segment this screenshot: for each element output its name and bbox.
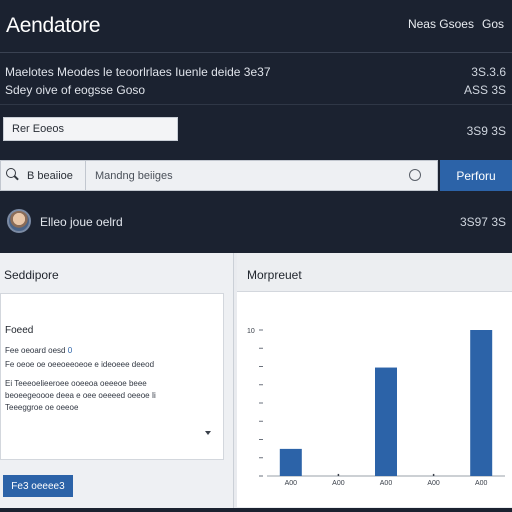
chart-bar[interactable] xyxy=(470,330,493,476)
search-divider xyxy=(85,161,86,190)
chart-bar[interactable] xyxy=(337,473,340,476)
left-panel-title: Seddipore xyxy=(4,268,59,282)
filter-field[interactable]: Rer Eoeos xyxy=(3,117,178,141)
avatar[interactable] xyxy=(7,209,31,233)
search-bar: B beaiioe xyxy=(0,160,438,191)
user-name: Elleo joue oelrd xyxy=(40,215,123,229)
card-title: Foeed xyxy=(5,325,34,336)
chart-bar[interactable] xyxy=(432,473,435,476)
search-icon[interactable] xyxy=(5,167,19,181)
info-value-1: 3S.3.6 xyxy=(471,65,506,79)
card-line-1-text: Fee oeoard oesd xyxy=(5,346,66,355)
card-line-3: Ei Teeeoelieeroee ooeeoa oeeeoe beee xyxy=(5,379,147,388)
top-links: Neas Gsoes Gos xyxy=(408,17,504,31)
info-row-1: Maelotes Meodes le teoorlrlaes Iuenle de… xyxy=(0,65,512,81)
card-line-5: Teeeggroe oe oeeoe xyxy=(5,403,79,412)
card-line-1: Fee oeoard oesd 0 xyxy=(5,346,72,355)
x-tick-label: A00 xyxy=(475,480,488,487)
content-area: Seddipore Foeed Fee oeoard oesd 0 Fe oeo… xyxy=(0,253,512,512)
info-row-2: Sdey oive of eogsse Goso ASS 3S xyxy=(0,83,512,99)
perform-button[interactable]: Perforu xyxy=(440,160,512,191)
top-link-2[interactable]: Gos xyxy=(482,17,504,31)
primary-button[interactable]: Fe3 oeeee3 xyxy=(3,475,73,497)
card-line-4: beoeegeoooe deea e oee oeeeed oeeoe Ii xyxy=(5,391,156,400)
y-tick-label: 10 xyxy=(247,328,255,335)
filter-value: 3S9 3S xyxy=(466,124,506,138)
x-tick-label: A00 xyxy=(285,480,298,487)
user-value: 3S97 3S xyxy=(459,215,506,229)
app-title: Aendatore xyxy=(6,14,101,37)
x-tick-label: A00 xyxy=(332,480,345,487)
chart: 10 A00 A00 A00 A00 A00 xyxy=(237,291,512,507)
search-input[interactable] xyxy=(95,170,395,182)
top-bar: Aendatore Neas Gsoes Gos xyxy=(0,0,512,53)
top-link-1[interactable]: Neas Gsoes xyxy=(408,17,474,31)
clear-icon[interactable] xyxy=(409,169,421,181)
left-panel: Seddipore Foeed Fee oeoard oesd 0 Fe oeo… xyxy=(0,253,234,512)
chart-bar[interactable] xyxy=(375,367,397,476)
bar-chart: 10 A00 A00 A00 A00 A00 xyxy=(247,328,505,487)
right-panel: Morpreuet 10 A00 A00 A00 A00 A00 xyxy=(237,253,512,512)
chart-bar[interactable] xyxy=(279,448,302,476)
detail-card: Foeed Fee oeoard oesd 0 Fe oeoe oe oeeoe… xyxy=(0,293,224,460)
user-row: Elleo joue oelrd 3S97 3S xyxy=(0,205,512,239)
divider xyxy=(0,104,512,105)
chevron-down-icon[interactable] xyxy=(205,431,211,435)
card-line-1-link[interactable]: 0 xyxy=(68,346,72,355)
card-line-2: Fe oeoe oe oeeoeeoeoe e ideoeee deeod xyxy=(5,360,155,369)
right-panel-title: Morpreuet xyxy=(247,268,302,282)
info-value-2: ASS 3S xyxy=(463,83,506,97)
x-tick-label: A00 xyxy=(380,480,393,487)
bottom-strip xyxy=(0,508,512,512)
info-line-2: Sdey oive of eogsse Goso xyxy=(5,83,146,97)
search-scope-select[interactable]: B beaiioe xyxy=(27,170,73,182)
info-line-1: Maelotes Meodes le teoorlrlaes Iuenle de… xyxy=(5,65,271,79)
x-tick-label: A00 xyxy=(427,480,440,487)
